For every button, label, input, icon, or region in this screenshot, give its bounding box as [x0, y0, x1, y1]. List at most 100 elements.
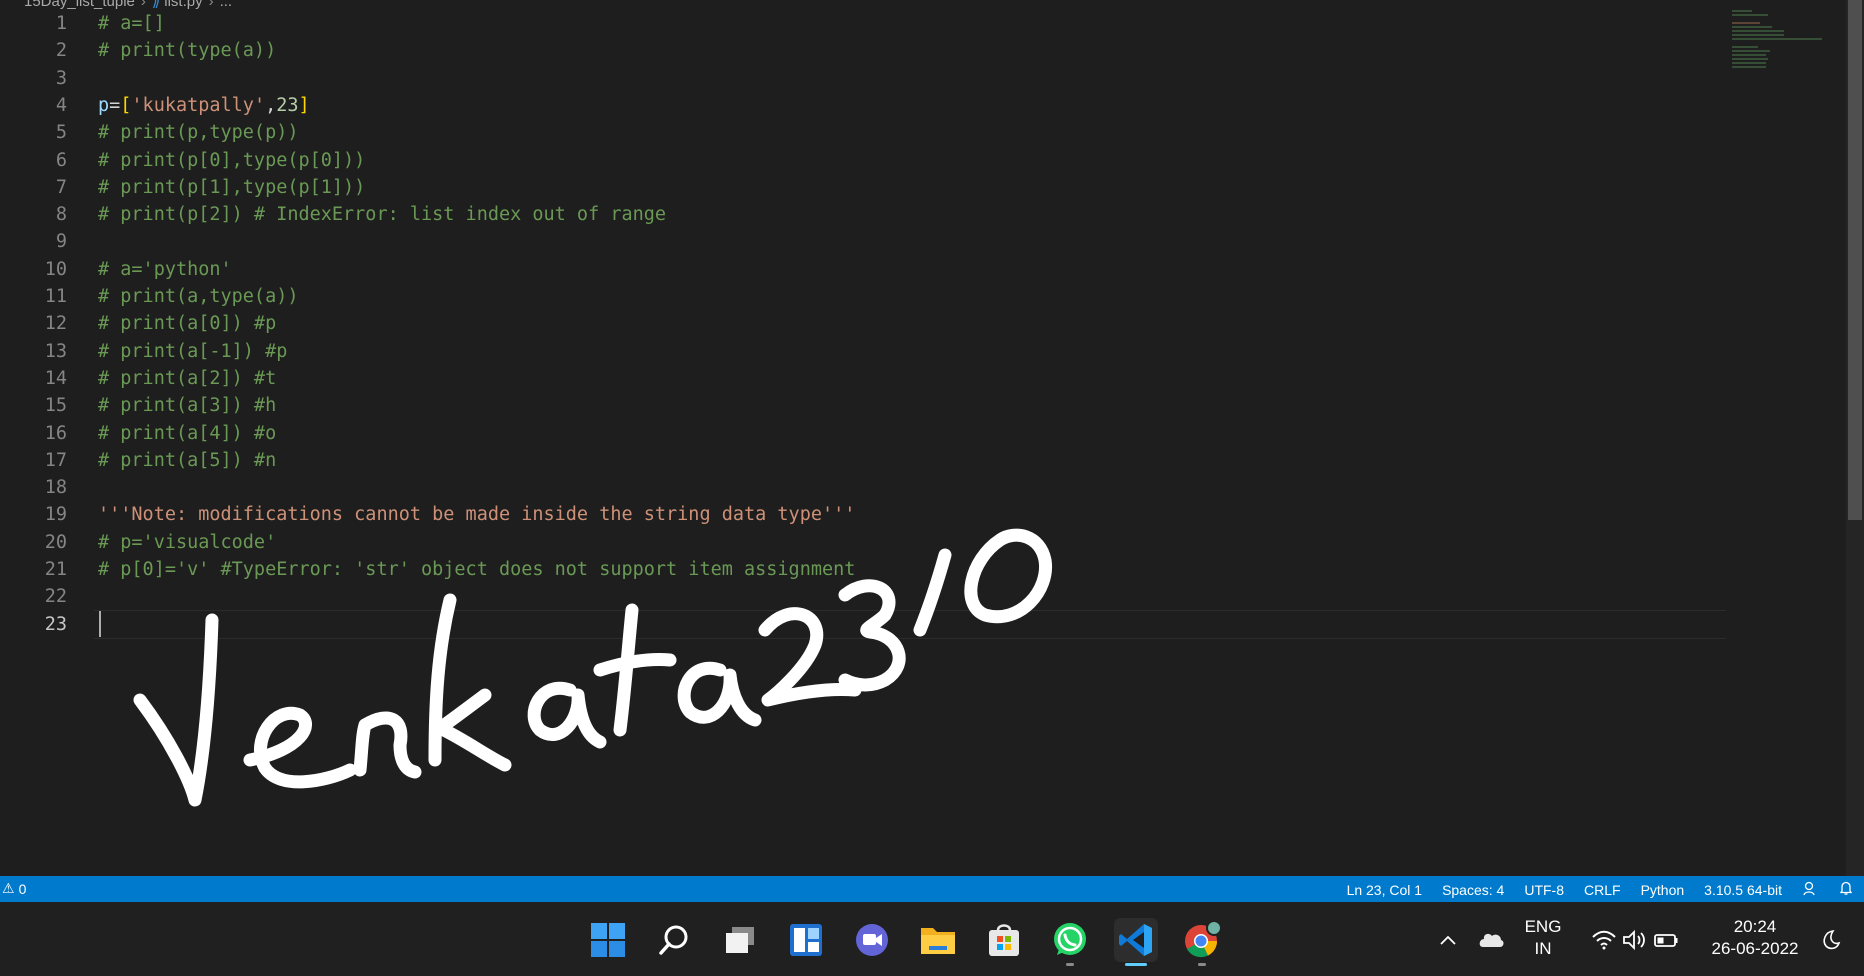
code-token: ]	[298, 94, 310, 116]
line-number: 15	[44, 395, 67, 417]
code-line[interactable]: 13 # print(a[-1]) #p	[0, 338, 1740, 365]
code-line[interactable]: 17 # print(a[5]) #n	[0, 447, 1740, 474]
code-line[interactable]: 15 # print(a[3]) #h	[0, 392, 1740, 419]
show-hidden-icons-button[interactable]	[1434, 918, 1462, 962]
code-line[interactable]: 16 # print(a[4]) #o	[0, 420, 1740, 447]
line-number: 9	[55, 231, 67, 253]
code-line[interactable]: 5 # print(p,type(p))	[0, 119, 1740, 146]
battery-icon	[1654, 934, 1678, 947]
clock[interactable]: 20:24 26-06-2022	[1700, 916, 1810, 960]
line-code: # print(a[0]) #p	[98, 310, 276, 337]
feedback-icon[interactable]	[1802, 880, 1818, 899]
chevron-up-icon	[1440, 935, 1456, 945]
line-code: # p[0]='v' #TypeError: 'str' object does…	[98, 556, 855, 583]
line-number: 17	[44, 449, 67, 471]
line-code: # print(p,type(p))	[98, 119, 298, 146]
task-view-button[interactable]	[718, 918, 762, 962]
line-code: # print(a[3]) #h	[98, 392, 276, 419]
code-line[interactable]: 21 # p[0]='v' #TypeError: 'str' object do…	[0, 556, 1740, 583]
problems-count: 0	[18, 880, 27, 897]
code-token: # p[0]='v' #TypeError: 'str' object does…	[98, 559, 856, 580]
code-line[interactable]: 14 # print(a[2]) #t	[0, 365, 1740, 392]
line-code: '''Note: modifications cannot be made in…	[98, 501, 855, 528]
code-token: # print(a,type(a))	[98, 286, 299, 307]
whatsapp-icon	[1054, 923, 1086, 955]
code-line[interactable]: 12 # print(a[0]) #p	[0, 310, 1740, 337]
chrome-button[interactable]	[1180, 918, 1224, 966]
line-code: # print(p[2]) # IndexError: list index o…	[98, 201, 666, 228]
vscode-icon	[1119, 924, 1152, 956]
code-line[interactable]: 3	[0, 65, 1740, 92]
line-number: 21	[44, 559, 67, 580]
code-line[interactable]: 18	[0, 474, 1740, 501]
language-indicator[interactable]: ENG IN	[1518, 916, 1568, 960]
active-indicator	[1125, 963, 1147, 966]
code-editor[interactable]: 1 # a=[] 2 # print(type(a)) 3 4 p=['kukatpally…	[0, 10, 1864, 876]
code-line[interactable]: 22	[0, 583, 1740, 610]
line-number: 11	[44, 286, 67, 307]
code-token: p	[98, 94, 110, 116]
code-line[interactable]: 19 '''Note: modifications cannot be made …	[0, 501, 1740, 528]
file-explorer-button[interactable]	[916, 918, 960, 962]
line-code: p=['kukatpally',23]	[98, 92, 310, 119]
windows-logo-icon	[591, 923, 625, 957]
onedrive-button[interactable]	[1474, 918, 1508, 962]
code-token: 'kukatpally'	[131, 94, 266, 116]
language-mode[interactable]: Python	[1641, 882, 1685, 898]
code-line[interactable]: 9	[0, 228, 1740, 255]
language-code: ENG	[1524, 917, 1562, 936]
line-number: 22	[44, 586, 67, 608]
code-line[interactable]: 6 # print(p[0],type(p[0]))	[0, 147, 1740, 174]
vscode-button[interactable]	[1114, 918, 1158, 966]
line-code: # print(type(a))	[98, 37, 276, 64]
scrollbar-thumb[interactable]	[1848, 0, 1862, 520]
breadcrumb-folder[interactable]: 15Day_list_tuple	[24, 0, 135, 10]
code-token: =	[109, 94, 121, 116]
search-button[interactable]	[652, 918, 696, 962]
start-button[interactable]	[586, 918, 630, 962]
breadcrumb-file[interactable]: list.py	[164, 0, 202, 10]
cursor-position[interactable]: Ln 23, Col 1	[1347, 882, 1423, 898]
minimap[interactable]	[1732, 10, 1828, 68]
problems-indicator[interactable]: ⚠ 0	[2, 880, 26, 897]
region-code: IN	[1534, 939, 1552, 958]
line-code: # print(a[-1]) #p	[98, 338, 287, 365]
code-line[interactable]: 4 p=['kukatpally',23]	[0, 92, 1740, 119]
breadcrumb-more[interactable]: ...	[220, 0, 233, 10]
code-line[interactable]: 20 # p='visualcode'	[0, 529, 1740, 556]
chevron-right-icon: ›	[208, 0, 214, 10]
quick-settings-button[interactable]	[1586, 918, 1686, 962]
folder-icon	[921, 928, 955, 954]
code-line[interactable]: 2 # print(type(a))	[0, 37, 1740, 64]
teams-chat-button[interactable]	[850, 918, 894, 962]
line-code: # print(a[4]) #o	[98, 420, 276, 447]
indentation[interactable]: Spaces: 4	[1442, 882, 1504, 898]
whatsapp-button[interactable]	[1048, 918, 1092, 966]
line-number: 12	[44, 313, 67, 335]
line-number: 16	[44, 422, 67, 444]
code-line[interactable]: 11 # print(a,type(a))	[0, 283, 1740, 310]
encoding[interactable]: UTF-8	[1524, 882, 1564, 898]
code-token: '''Note: modifications cannot be made in…	[98, 504, 856, 526]
code-token: # print(p[1],type(p[1]))	[98, 176, 366, 198]
code-line[interactable]: 23	[0, 611, 1740, 638]
code-line[interactable]: 10 # a='python'	[0, 256, 1740, 283]
end-of-line[interactable]: CRLF	[1584, 882, 1621, 898]
status-bar: ⚠ 0 Ln 23, Col 1 Spaces: 4 UTF-8 CRLF Py…	[0, 876, 1864, 902]
widgets-button[interactable]	[784, 918, 828, 962]
text-cursor	[99, 610, 101, 637]
microsoft-store-button[interactable]	[982, 918, 1026, 962]
line-number: 10	[44, 258, 67, 280]
notification-button[interactable]	[1812, 918, 1848, 962]
code-token: 23	[276, 94, 299, 116]
python-interpreter[interactable]: 3.10.5 64-bit	[1704, 882, 1782, 898]
bell-icon[interactable]	[1838, 880, 1854, 899]
code-line[interactable]: 1 # a=[]	[0, 10, 1740, 37]
line-number: 8	[55, 204, 67, 226]
code-line[interactable]: 7 # print(p[1],type(p[1]))	[0, 174, 1740, 201]
line-code: # a=[]	[98, 10, 165, 37]
code-token: # a=[]	[98, 13, 165, 34]
wifi-icon	[1592, 930, 1616, 950]
search-icon	[659, 925, 688, 955]
code-line[interactable]: 8 # print(p[2]) # IndexError: list index …	[0, 201, 1740, 228]
